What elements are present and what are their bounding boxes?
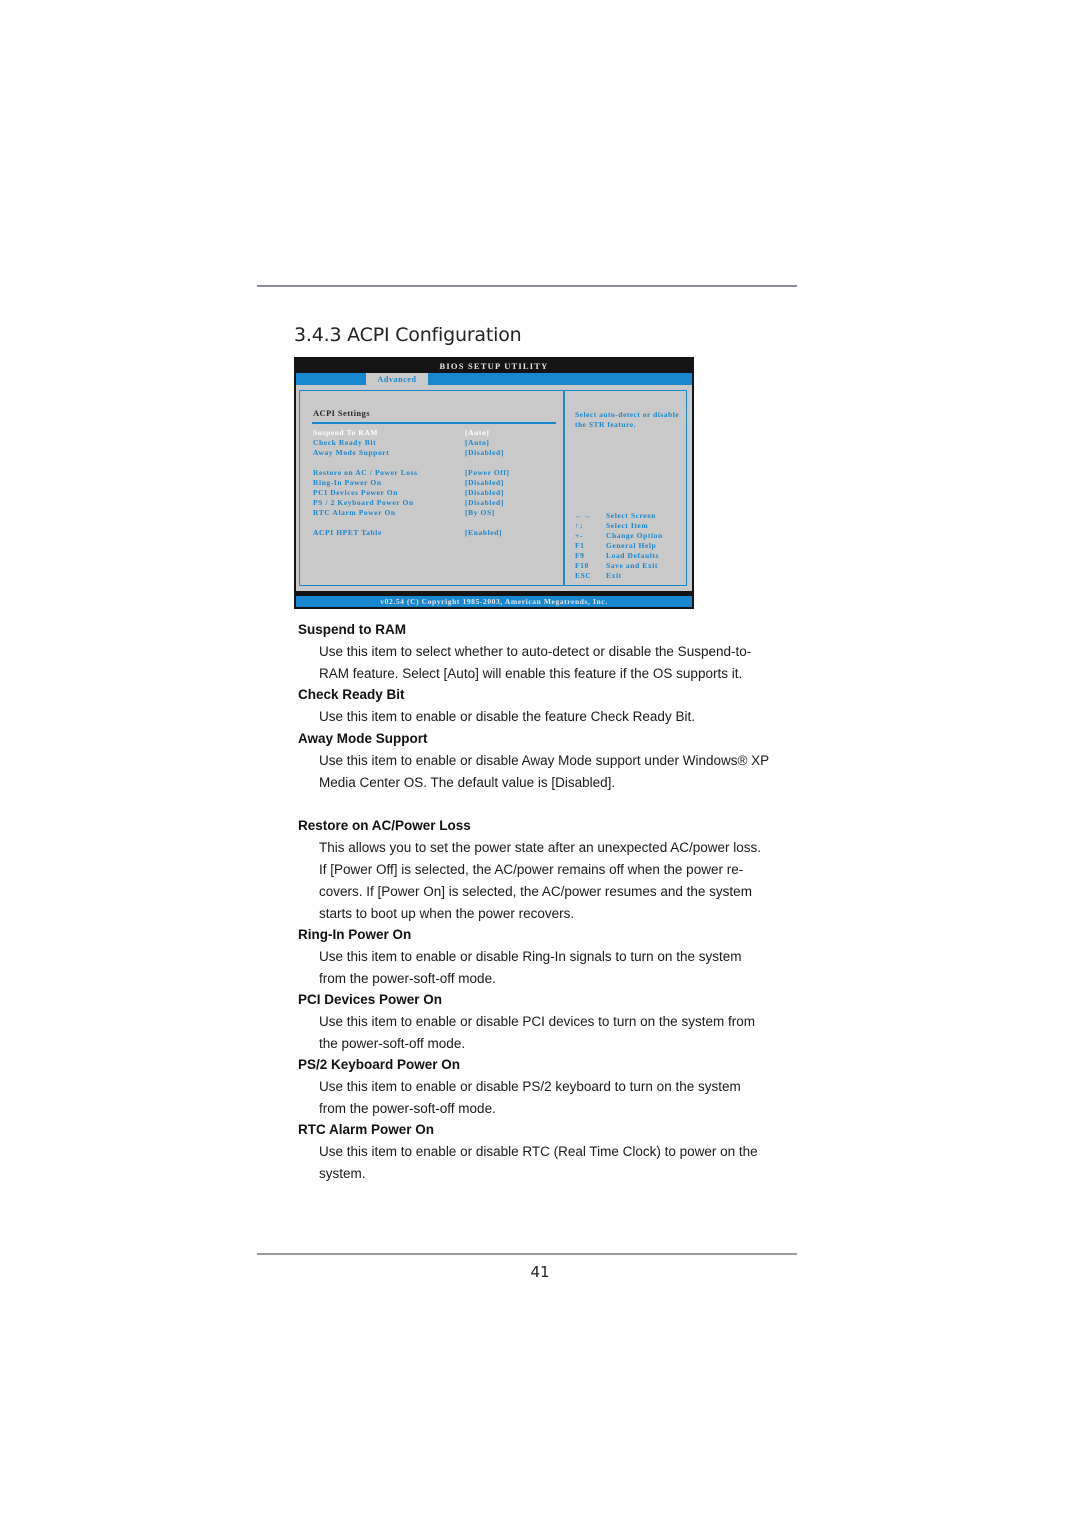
plus-minus-icon: +- — [575, 531, 583, 540]
item-desc-away-mode-support: Use this item to enable or disable Away … — [319, 750, 797, 794]
key-hint-action: General Help — [606, 541, 657, 550]
setting-value: [Auto] — [465, 428, 490, 437]
key-hint-load-defaults: F9 Load Defaults — [575, 551, 659, 560]
bios-setting-away-mode-support[interactable]: Away Mode Support [Disabled] — [313, 448, 503, 457]
desc-line: system. — [319, 1166, 366, 1181]
setting-label: Restore on AC / Power Loss — [313, 468, 418, 477]
bios-screenshot: BIOS SETUP UTILITY Advanced ACPI Setting… — [294, 357, 694, 609]
item-desc-check-ready-bit: Use this item to enable or disable the f… — [319, 706, 797, 728]
bios-setting-rtc-alarm-power-on[interactable]: RTC Alarm Power On [By OS] — [313, 508, 494, 517]
setting-label: Check Ready Bit — [313, 438, 377, 447]
item-title-pci-devices-power-on: PCI Devices Power On — [298, 992, 443, 1007]
desc-line: the power-soft-off mode. — [319, 1036, 466, 1051]
bios-setting-suspend-to-ram[interactable]: Suspend To RAM [Auto] — [313, 428, 489, 437]
key-hint-action: Load Defaults — [606, 551, 660, 560]
key-esc: ESC — [575, 571, 592, 580]
key-hint-action: Change Option — [606, 531, 663, 540]
bios-setting-restore-ac-power-loss[interactable]: Restore on AC / Power Loss [Power Off] — [313, 468, 509, 477]
item-desc-ps2-keyboard-power-on: Use this item to enable or disable PS/2 … — [319, 1076, 797, 1120]
desc-line: Use this item to enable or disable Ring-… — [319, 949, 742, 964]
bios-footer: v02.54 (C) Copyright 1985-2003, American… — [296, 596, 692, 607]
bios-body: ACPI Settings Suspend To RAM [Auto] Check… — [296, 385, 692, 591]
desc-line: If [Power Off] is selected, the AC/power… — [319, 862, 744, 877]
desc-line: from the power-soft-off mode. — [319, 971, 496, 986]
key-hint-exit: ESC Exit — [575, 571, 622, 580]
key-f10: F10 — [575, 561, 589, 570]
setting-label: RTC Alarm Power On — [313, 508, 396, 517]
desc-line: Use this item to enable or disable PCI d… — [319, 1014, 755, 1029]
bios-setting-ps2-keyboard-power-on[interactable]: PS / 2 Keyboard Power On [Disabled] — [313, 498, 503, 507]
item-desc-suspend-to-ram: Use this item to select whether to auto-… — [319, 641, 797, 685]
bios-title: BIOS SETUP UTILITY — [439, 361, 549, 371]
setting-label: PS / 2 Keyboard Power On — [313, 498, 414, 507]
setting-value: [Disabled] — [465, 488, 504, 497]
key-hint-action: Select Screen — [606, 511, 656, 520]
desc-line: Use this item to enable or disable PS/2 … — [319, 1079, 741, 1094]
setting-label: Suspend To RAM — [313, 428, 379, 437]
key-hint-select-item: ↑↓ Select Item — [575, 521, 648, 530]
key-f9: F9 — [575, 551, 585, 560]
desc-line: Use this item to enable or disable Away … — [319, 753, 770, 768]
item-title-check-ready-bit: Check Ready Bit — [298, 687, 405, 702]
setting-value: [Power Off] — [465, 468, 510, 477]
item-desc-pci-devices-power-on: Use this item to enable or disable PCI d… — [319, 1011, 797, 1055]
setting-label: ACPI HPET Table — [313, 528, 382, 537]
item-title-away-mode-support: Away Mode Support — [298, 731, 428, 746]
desc-line: from the power-soft-off mode. — [319, 1101, 496, 1116]
desc-line: This allows you to set the power state a… — [319, 840, 761, 855]
key-hint-action: Exit — [606, 571, 622, 580]
setting-value: [Enabled] — [465, 528, 503, 537]
item-title-ring-in-power-on: Ring-In Power On — [298, 927, 412, 942]
setting-label: Away Mode Support — [313, 448, 390, 457]
bios-setting-ring-in-power-on[interactable]: Ring-In Power On [Disabled] — [313, 478, 503, 487]
setting-label: PCI Devices Power On — [313, 488, 398, 497]
bios-heading-rule — [312, 422, 556, 424]
page-number: 41 — [530, 1263, 550, 1281]
key-hint-change-option: +- Change Option — [575, 531, 663, 540]
header-rule — [257, 285, 797, 287]
setting-value: [Disabled] — [465, 498, 504, 507]
key-hint-select-screen: ←→ Select Screen — [575, 511, 656, 520]
bios-setting-pci-devices-power-on[interactable]: PCI Devices Power On [Disabled] — [313, 488, 503, 497]
item-title-suspend-to-ram: Suspend to RAM — [298, 622, 406, 637]
bios-help-text: Select auto-detect or disable the STR fe… — [575, 410, 680, 429]
key-f1: F1 — [575, 541, 585, 550]
item-desc-rtc-alarm-power-on: Use this item to enable or disable RTC (… — [319, 1141, 797, 1185]
key-hint-general-help: F1 General Help — [575, 541, 656, 550]
item-title-restore-ac-power-loss: Restore on AC/Power Loss — [298, 818, 471, 833]
item-desc-restore-ac-power-loss: This allows you to set the power state a… — [319, 837, 797, 925]
section-title: 3.4.3 ACPI Configuration — [294, 324, 522, 346]
item-title-ps2-keyboard-power-on: PS/2 Keyboard Power On — [298, 1057, 461, 1072]
key-hint-action: Save and Exit — [606, 561, 658, 570]
arrow-left-right-icon: ←→ — [575, 511, 592, 520]
desc-line: Media Center OS. The default value is [D… — [319, 775, 616, 790]
arrow-up-down-icon: ↑↓ — [575, 521, 584, 530]
setting-value: [By OS] — [465, 508, 495, 517]
key-hint-save-exit: F10 Save and Exit — [575, 561, 658, 570]
bios-setting-acpi-hpet-table[interactable]: ACPI HPET Table [Enabled] — [313, 528, 501, 537]
setting-value: [Disabled] — [465, 478, 504, 487]
tab-advanced[interactable]: Advanced — [366, 373, 428, 385]
desc-line: RAM feature. Select [Auto] will enable t… — [319, 666, 743, 681]
bios-setting-check-ready-bit[interactable]: Check Ready Bit [Auto] — [313, 438, 489, 447]
setting-label: Ring-In Power On — [313, 478, 382, 487]
desc-line: starts to boot up when the power recover… — [319, 906, 575, 921]
bios-frame: ACPI Settings Suspend To RAM [Auto] Check… — [299, 390, 687, 586]
bios-tab-bar: Advanced — [296, 373, 692, 385]
desc-line: Use this item to select whether to auto-… — [319, 644, 752, 659]
desc-line: Use this item to enable or disable the f… — [319, 709, 695, 724]
setting-value: [Disabled] — [465, 448, 504, 457]
setting-value: [Auto] — [465, 438, 490, 447]
bios-divider — [563, 391, 565, 585]
key-hint-action: Select Item — [606, 521, 649, 530]
item-desc-ring-in-power-on: Use this item to enable or disable Ring-… — [319, 946, 797, 990]
desc-line: Use this item to enable or disable RTC (… — [319, 1144, 758, 1159]
bios-heading: ACPI Settings — [313, 408, 370, 418]
item-title-rtc-alarm-power-on: RTC Alarm Power On — [298, 1122, 435, 1137]
footer-rule — [257, 1253, 797, 1255]
desc-line: covers. If [Power On] is selected, the A… — [319, 884, 752, 899]
